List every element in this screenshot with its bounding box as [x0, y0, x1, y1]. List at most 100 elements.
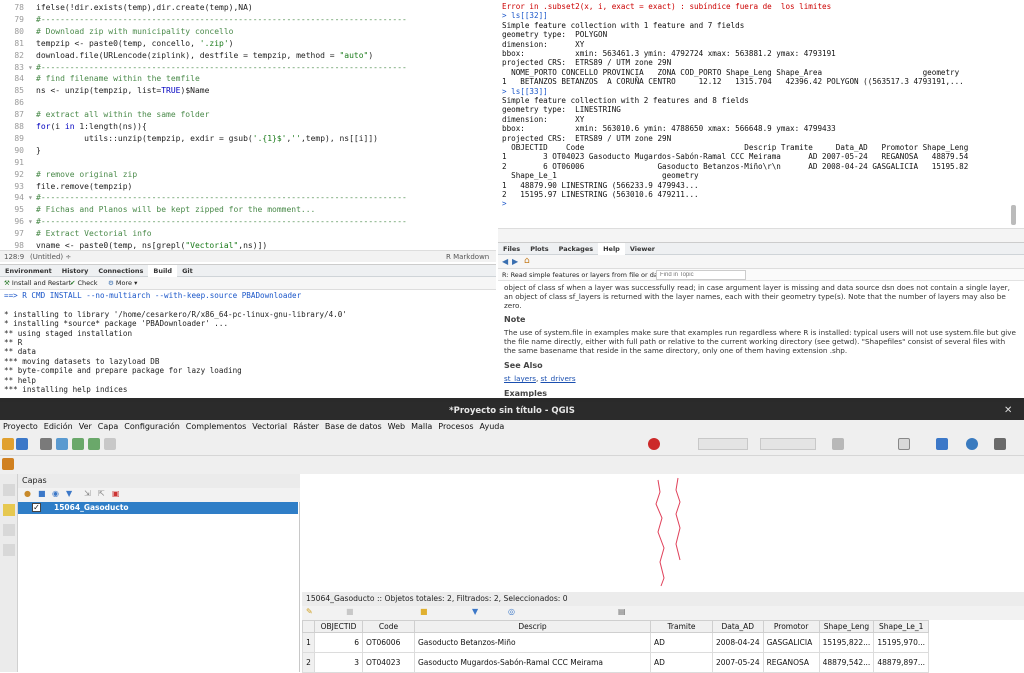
- tab-help-plots[interactable]: Plots: [525, 243, 553, 255]
- menu-ayuda[interactable]: Ayuda: [477, 420, 508, 434]
- menu-complementos[interactable]: Complementos: [183, 420, 249, 434]
- column-header[interactable]: Descrip: [414, 620, 651, 633]
- collapse-all-icon[interactable]: ⇱: [98, 489, 105, 498]
- new-print-layout-icon[interactable]: [40, 438, 52, 450]
- fold-toggle[interactable]: ▾: [28, 216, 36, 228]
- manage-visibility-icon[interactable]: ◉: [52, 489, 59, 498]
- tab-help-files[interactable]: Files: [498, 243, 525, 255]
- install-restart-button[interactable]: ⚒ Install and Restart: [4, 277, 71, 290]
- table-cell[interactable]: OT04023: [362, 652, 415, 673]
- column-header[interactable]: Tramite: [650, 620, 713, 633]
- table-cell[interactable]: 3: [314, 652, 363, 673]
- check-button[interactable]: ✔ Check: [70, 277, 98, 290]
- code-editor[interactable]: 78 ifelse(!dir.exists(temp),dir.create(te…: [0, 0, 496, 250]
- map-canvas[interactable]: [302, 474, 1024, 590]
- column-header[interactable]: Shape_Leng: [818, 620, 875, 633]
- tab-help-viewer[interactable]: Viewer: [625, 243, 660, 255]
- table-row[interactable]: 1 6 OT06006 Gasoducto Betanzos-Miño AD 2008-0…: [302, 632, 930, 653]
- menu-web[interactable]: Web: [385, 420, 408, 434]
- more-button[interactable]: ⚙ More ▾: [108, 277, 137, 290]
- save-edits-icon[interactable]: ■: [346, 607, 354, 616]
- add-group-icon[interactable]: ■: [38, 489, 46, 498]
- add-feature-icon[interactable]: [3, 524, 15, 536]
- forward-arrow-icon[interactable]: ▶: [512, 257, 518, 266]
- find-in-topic-input[interactable]: [656, 270, 746, 280]
- table-cell[interactable]: 2008-04-24: [712, 632, 764, 653]
- snapping-tolerance-input[interactable]: [698, 438, 748, 450]
- link-st-layers[interactable]: st_layers: [504, 374, 536, 383]
- table-cell[interactable]: AD: [650, 652, 713, 673]
- tab-help-help[interactable]: Help: [598, 243, 625, 255]
- python-console-icon[interactable]: [966, 438, 978, 450]
- scale-input[interactable]: [760, 438, 816, 450]
- table-cell[interactable]: 15195,822...: [818, 632, 875, 653]
- table-cell[interactable]: REGANOSA: [762, 652, 820, 673]
- add-layer-icon[interactable]: [2, 458, 14, 470]
- tab-help-packages[interactable]: Packages: [554, 243, 598, 255]
- zoom-in-icon[interactable]: [72, 438, 84, 450]
- r-console[interactable]: Error in .subset2(x, i, exact = exact) :…: [498, 0, 1024, 228]
- table-cell[interactable]: 2007-05-24: [712, 652, 764, 673]
- zoom-full-icon[interactable]: [104, 438, 116, 450]
- menu-malla[interactable]: Malla: [408, 420, 435, 434]
- settings-icon[interactable]: [994, 438, 1006, 450]
- table-cell[interactable]: GASGALICIA: [762, 632, 820, 653]
- menu-procesos[interactable]: Procesos: [435, 420, 476, 434]
- chunk-selector[interactable]: (Untitled) ÷: [30, 251, 71, 263]
- link-st-drivers[interactable]: st_drivers: [541, 374, 576, 383]
- digitize-icon[interactable]: [648, 438, 660, 450]
- table-cell[interactable]: OT06006: [362, 632, 415, 653]
- column-header[interactable]: Shape_Le_1: [873, 620, 930, 633]
- gas-pipeline-line[interactable]: [655, 479, 665, 587]
- menu-vectorial[interactable]: Vectorial: [249, 420, 290, 434]
- back-arrow-icon[interactable]: ◀: [502, 257, 508, 266]
- filter-icon[interactable]: [936, 438, 948, 450]
- dock-table-icon[interactable]: ▤: [618, 607, 626, 616]
- zoom-out-icon[interactable]: [88, 438, 100, 450]
- table-cell[interactable]: 48879,542...: [818, 652, 875, 673]
- open-project-icon[interactable]: [2, 438, 14, 450]
- open-layer-styling-icon[interactable]: ●: [24, 489, 31, 498]
- tab-env-environment[interactable]: Environment: [0, 265, 57, 277]
- vertex-tool-icon[interactable]: [3, 544, 15, 556]
- menu-capa[interactable]: Capa: [95, 420, 121, 434]
- layer-visibility-checkbox[interactable]: ✓: [32, 503, 41, 512]
- column-header[interactable]: Promotor: [762, 620, 820, 633]
- table-cell[interactable]: Gasoducto Mugardos-Sabón-Ramal CCC Meira…: [414, 652, 651, 673]
- table-cell[interactable]: 6: [314, 632, 363, 653]
- row-number[interactable]: 2: [302, 652, 315, 673]
- layer-item[interactable]: ✓ 15064_Gasoducto: [18, 502, 298, 514]
- filter-legend-icon[interactable]: ▼: [66, 489, 72, 498]
- gas-pipeline-line[interactable]: [675, 477, 681, 561]
- filter-selection-icon[interactable]: ▼: [472, 607, 478, 616]
- row-number[interactable]: 1: [302, 632, 315, 653]
- column-header[interactable]: OBJECTID: [314, 620, 363, 633]
- remove-layer-icon[interactable]: ▣: [112, 489, 120, 498]
- menu-configuración[interactable]: Configuración: [121, 420, 183, 434]
- select-by-expression-icon[interactable]: ■: [420, 607, 428, 616]
- toggle-edit-icon[interactable]: ✎: [306, 607, 313, 616]
- column-header[interactable]: Code: [362, 620, 415, 633]
- table-cell[interactable]: 48879,897...: [873, 652, 930, 673]
- measure-icon[interactable]: [832, 438, 844, 450]
- tab-env-history[interactable]: History: [57, 265, 94, 277]
- table-cell[interactable]: AD: [650, 632, 713, 653]
- tab-env-connections[interactable]: Connections: [93, 265, 148, 277]
- home-icon[interactable]: ⌂: [524, 256, 530, 266]
- menu-base-de-datos[interactable]: Base de datos: [322, 420, 385, 434]
- pencil-icon[interactable]: [3, 504, 15, 516]
- menu-edición[interactable]: Edición: [41, 420, 76, 434]
- menu-ráster[interactable]: Ráster: [290, 420, 322, 434]
- tab-env-git[interactable]: Git: [177, 265, 198, 277]
- tab-env-build[interactable]: Build: [148, 265, 178, 277]
- zoom-to-selection-icon[interactable]: ◎: [508, 607, 515, 616]
- table-cell[interactable]: Gasoducto Betanzos-Miño: [414, 632, 651, 653]
- menu-ver[interactable]: Ver: [76, 420, 95, 434]
- table-cell[interactable]: 15195,970...: [873, 632, 930, 653]
- toggle-editing-icon[interactable]: [3, 484, 15, 496]
- close-icon[interactable]: ✕: [1004, 405, 1012, 416]
- expand-all-icon[interactable]: ⇲: [84, 489, 91, 498]
- identify-icon[interactable]: [898, 438, 910, 450]
- menu-proyecto[interactable]: Proyecto: [0, 420, 41, 434]
- pan-map-icon[interactable]: [56, 438, 68, 450]
